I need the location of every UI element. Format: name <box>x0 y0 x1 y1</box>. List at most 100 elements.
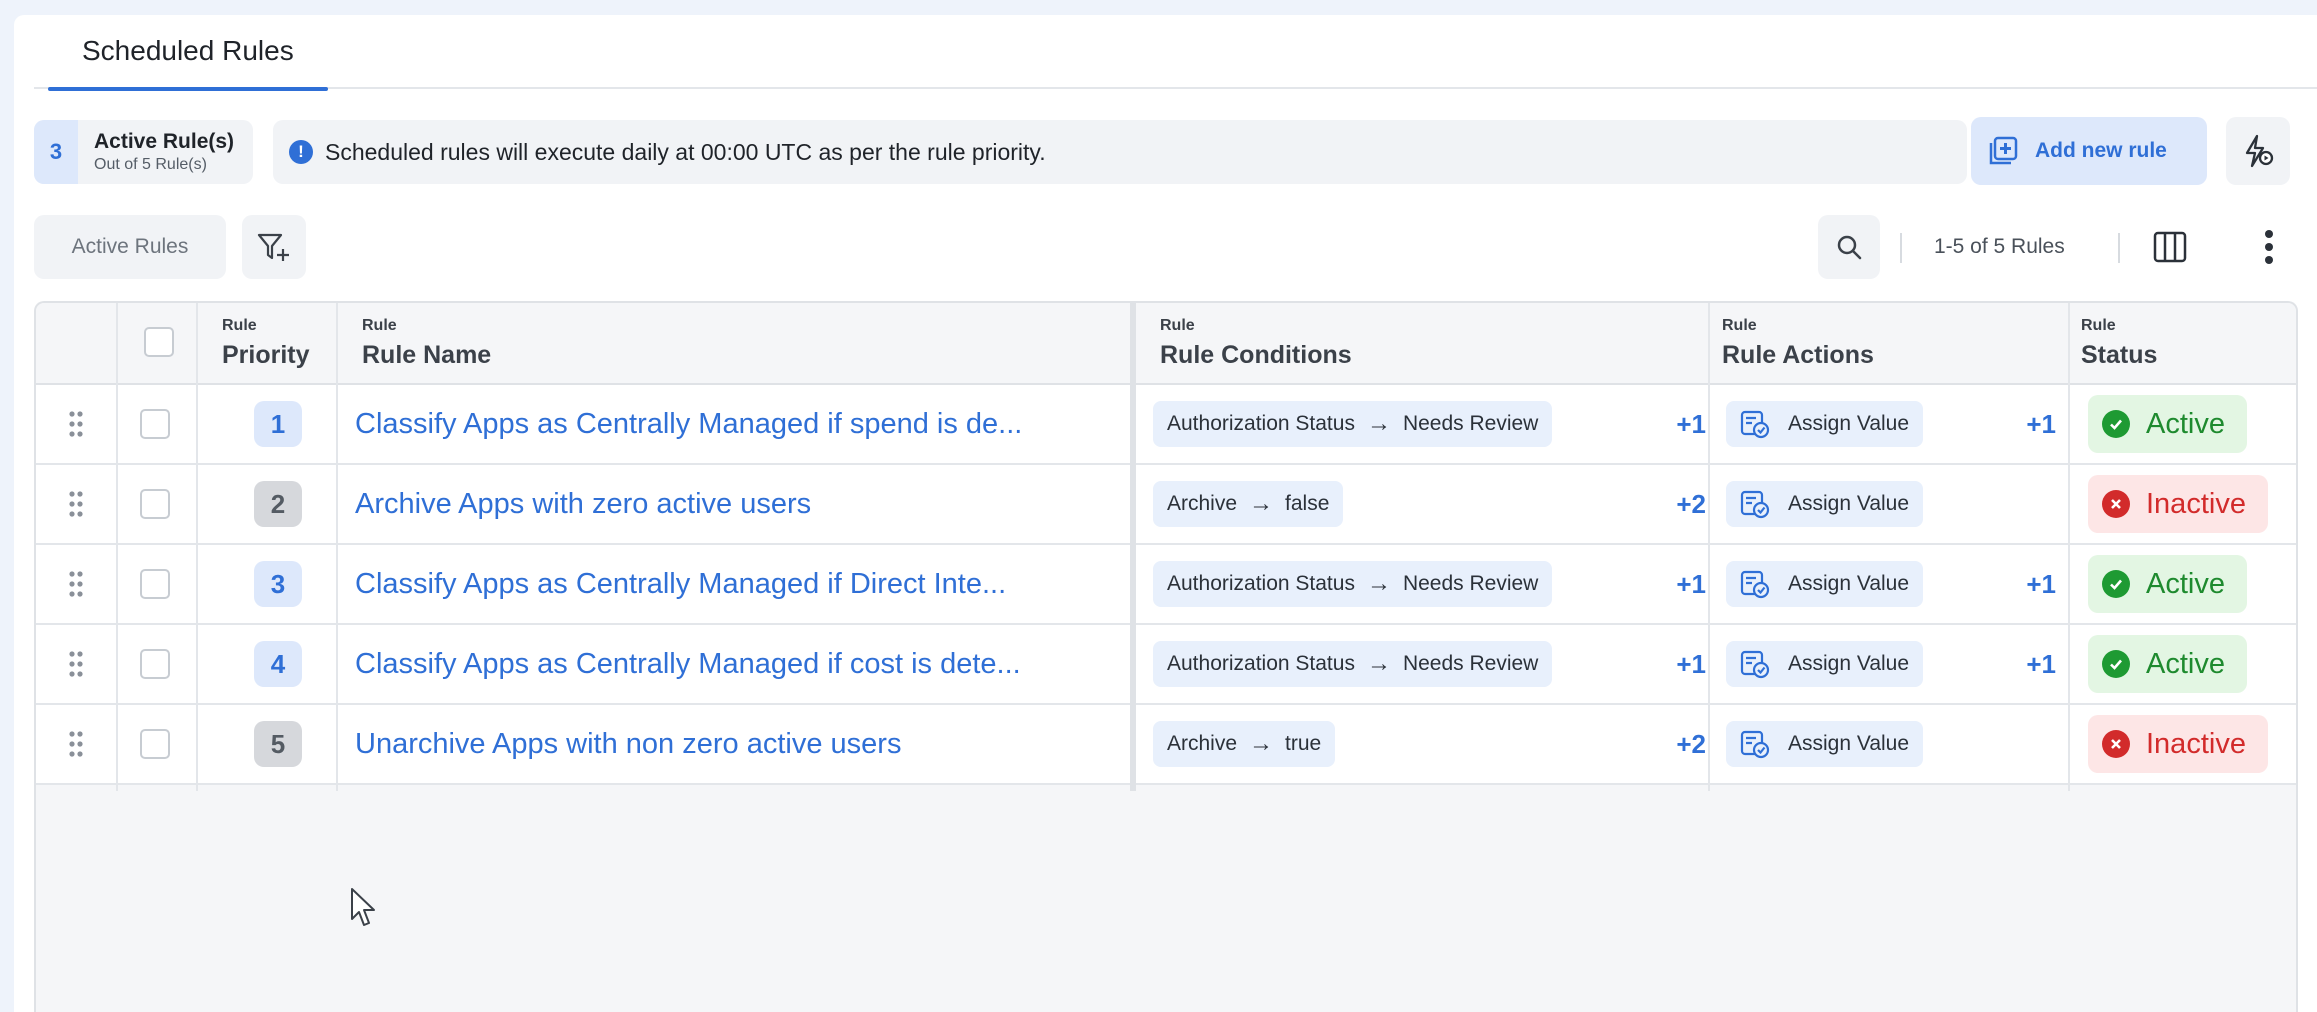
rule-condition-cell: Authorization Status → Needs Review <box>1153 385 1553 463</box>
main-panel: Scheduled Rules 3 Active Rule(s) Out of … <box>14 15 2317 1012</box>
add-new-rule-button[interactable]: Add new rule <box>1971 117 2207 185</box>
row-checkbox[interactable] <box>140 649 170 679</box>
more-options-button[interactable] <box>2254 227 2284 267</box>
condition-chip[interactable]: Archive → false <box>1153 481 1344 527</box>
condition-field: Archive <box>1167 492 1238 515</box>
rule-name-link[interactable]: Classify Apps as Centrally Managed if co… <box>355 625 1125 703</box>
assign-value-icon <box>1740 410 1770 439</box>
arrow-right-icon: → <box>1366 570 1391 597</box>
more-actions-count[interactable]: +1 <box>1996 625 2056 703</box>
priority-cell: 4 <box>254 625 302 703</box>
condition-field: Archive <box>1167 732 1238 755</box>
rule-name-link[interactable]: Classify Apps as Centrally Managed if sp… <box>355 385 1125 463</box>
action-label: Assign Value <box>1788 572 1910 595</box>
header-conditions-label: Rule Conditions <box>1160 341 1352 369</box>
toolbar-divider <box>1900 233 1902 263</box>
status-badge[interactable]: Active <box>2088 555 2247 613</box>
more-conditions-count[interactable]: +1 <box>1646 545 1706 623</box>
rule-condition-cell: Archive → true <box>1153 705 1336 783</box>
more-conditions-count[interactable]: +1 <box>1646 385 1706 463</box>
action-label: Assign Value <box>1788 412 1910 435</box>
row-checkbox[interactable] <box>140 729 170 759</box>
action-chip[interactable]: Assign Value <box>1726 721 1924 767</box>
priority-badge: 2 <box>254 481 302 527</box>
condition-chip[interactable]: Authorization Status → Needs Review <box>1153 561 1553 607</box>
priority-badge: 1 <box>254 401 302 447</box>
arrow-right-icon: → <box>1249 730 1274 757</box>
condition-value: true <box>1285 732 1322 755</box>
action-chip[interactable]: Assign Value <box>1726 481 1924 527</box>
column-divider <box>336 303 338 791</box>
search-button[interactable] <box>1818 215 1880 279</box>
row-checkbox-cell <box>140 465 170 543</box>
arrow-right-icon: → <box>1249 490 1274 517</box>
more-conditions-count[interactable]: +2 <box>1646 705 1706 783</box>
rule-action-cell: Assign Value <box>1726 705 1924 783</box>
priority-cell: 5 <box>254 705 302 783</box>
status-cell: Active <box>2088 385 2247 463</box>
status-cell: Inactive <box>2088 465 2268 543</box>
table-row[interactable]: 3 Classify Apps as Centrally Managed if … <box>36 545 2296 625</box>
more-conditions-count[interactable]: +1 <box>1646 625 1706 703</box>
row-checkbox-cell <box>140 625 170 703</box>
condition-chip[interactable]: Authorization Status → Needs Review <box>1153 641 1553 687</box>
action-chip[interactable]: Assign Value <box>1726 641 1924 687</box>
drag-handle[interactable] <box>66 465 86 543</box>
status-badge[interactable]: Active <box>2088 395 2247 453</box>
table-row[interactable]: 5 Unarchive Apps with non zero active us… <box>36 705 2296 785</box>
rule-action-cell: Assign Value <box>1726 465 1924 543</box>
action-label: Assign Value <box>1788 652 1910 675</box>
status-badge[interactable]: Inactive <box>2088 715 2268 773</box>
condition-chip[interactable]: Archive → true <box>1153 721 1336 767</box>
column-resize-handle[interactable] <box>1130 303 1136 791</box>
row-checkbox[interactable] <box>140 569 170 599</box>
more-conditions-count[interactable]: +2 <box>1646 465 1706 543</box>
tab-scheduled-rules[interactable]: Scheduled Rules <box>48 33 328 91</box>
action-chip[interactable]: Assign Value <box>1726 561 1924 607</box>
header-status-label: Status <box>2081 341 2158 369</box>
row-checkbox[interactable] <box>140 409 170 439</box>
rule-name-link[interactable]: Classify Apps as Centrally Managed if Di… <box>355 545 1125 623</box>
rule-condition-cell: Archive → false <box>1153 465 1344 543</box>
table-row[interactable]: 1 Classify Apps as Centrally Managed if … <box>36 385 2296 465</box>
column-divider <box>196 303 198 791</box>
status-badge[interactable]: Active <box>2088 635 2247 693</box>
action-chip[interactable]: Assign Value <box>1726 401 1924 447</box>
column-divider <box>2068 303 2070 791</box>
priority-badge: 3 <box>254 561 302 607</box>
condition-field: Authorization Status <box>1167 572 1355 595</box>
pagination-info: 1-5 of 5 Rules <box>1934 235 2065 258</box>
column-settings-button[interactable] <box>2150 227 2190 267</box>
condition-value: false <box>1285 492 1330 515</box>
rule-condition-cell: Authorization Status → Needs Review <box>1153 625 1553 703</box>
drag-handle[interactable] <box>66 385 86 463</box>
active-rules-title: Active Rule(s) <box>94 130 235 153</box>
rule-name-link[interactable]: Unarchive Apps with non zero active user… <box>355 705 1125 783</box>
select-all-checkbox[interactable] <box>144 327 174 357</box>
more-actions-count[interactable]: +1 <box>1996 385 2056 463</box>
condition-chip[interactable]: Authorization Status → Needs Review <box>1153 401 1553 447</box>
active-rules-summary: 3 Active Rule(s) Out of 5 Rule(s) <box>34 120 253 184</box>
drag-handle[interactable] <box>66 705 86 783</box>
more-actions-count[interactable] <box>1996 465 2056 543</box>
status-badge[interactable]: Inactive <box>2088 475 2268 533</box>
run-rules-button[interactable] <box>2226 117 2290 185</box>
status-cell: Inactive <box>2088 705 2268 783</box>
table-row[interactable]: 2 Archive Apps with zero active users Ar… <box>36 465 2296 545</box>
drag-handle[interactable] <box>66 545 86 623</box>
drag-handle[interactable] <box>66 625 86 703</box>
assign-value-icon <box>1740 570 1770 599</box>
more-actions-count[interactable] <box>1996 705 2056 783</box>
rule-name-link[interactable]: Archive Apps with zero active users <box>355 465 1125 543</box>
rule-condition-cell: Authorization Status → Needs Review <box>1153 545 1553 623</box>
add-filter-button[interactable] <box>242 215 306 279</box>
row-checkbox[interactable] <box>140 489 170 519</box>
more-actions-count[interactable]: +1 <box>1996 545 2056 623</box>
header-conditions-prefix: Rule <box>1160 317 1195 334</box>
active-rules-filter-chip[interactable]: Active Rules <box>34 215 226 279</box>
drag-handle-icon <box>69 411 83 437</box>
column-divider <box>1708 303 1710 791</box>
flash-run-icon <box>2245 134 2274 168</box>
priority-badge: 5 <box>254 721 302 767</box>
table-row[interactable]: 4 Classify Apps as Centrally Managed if … <box>36 625 2296 705</box>
